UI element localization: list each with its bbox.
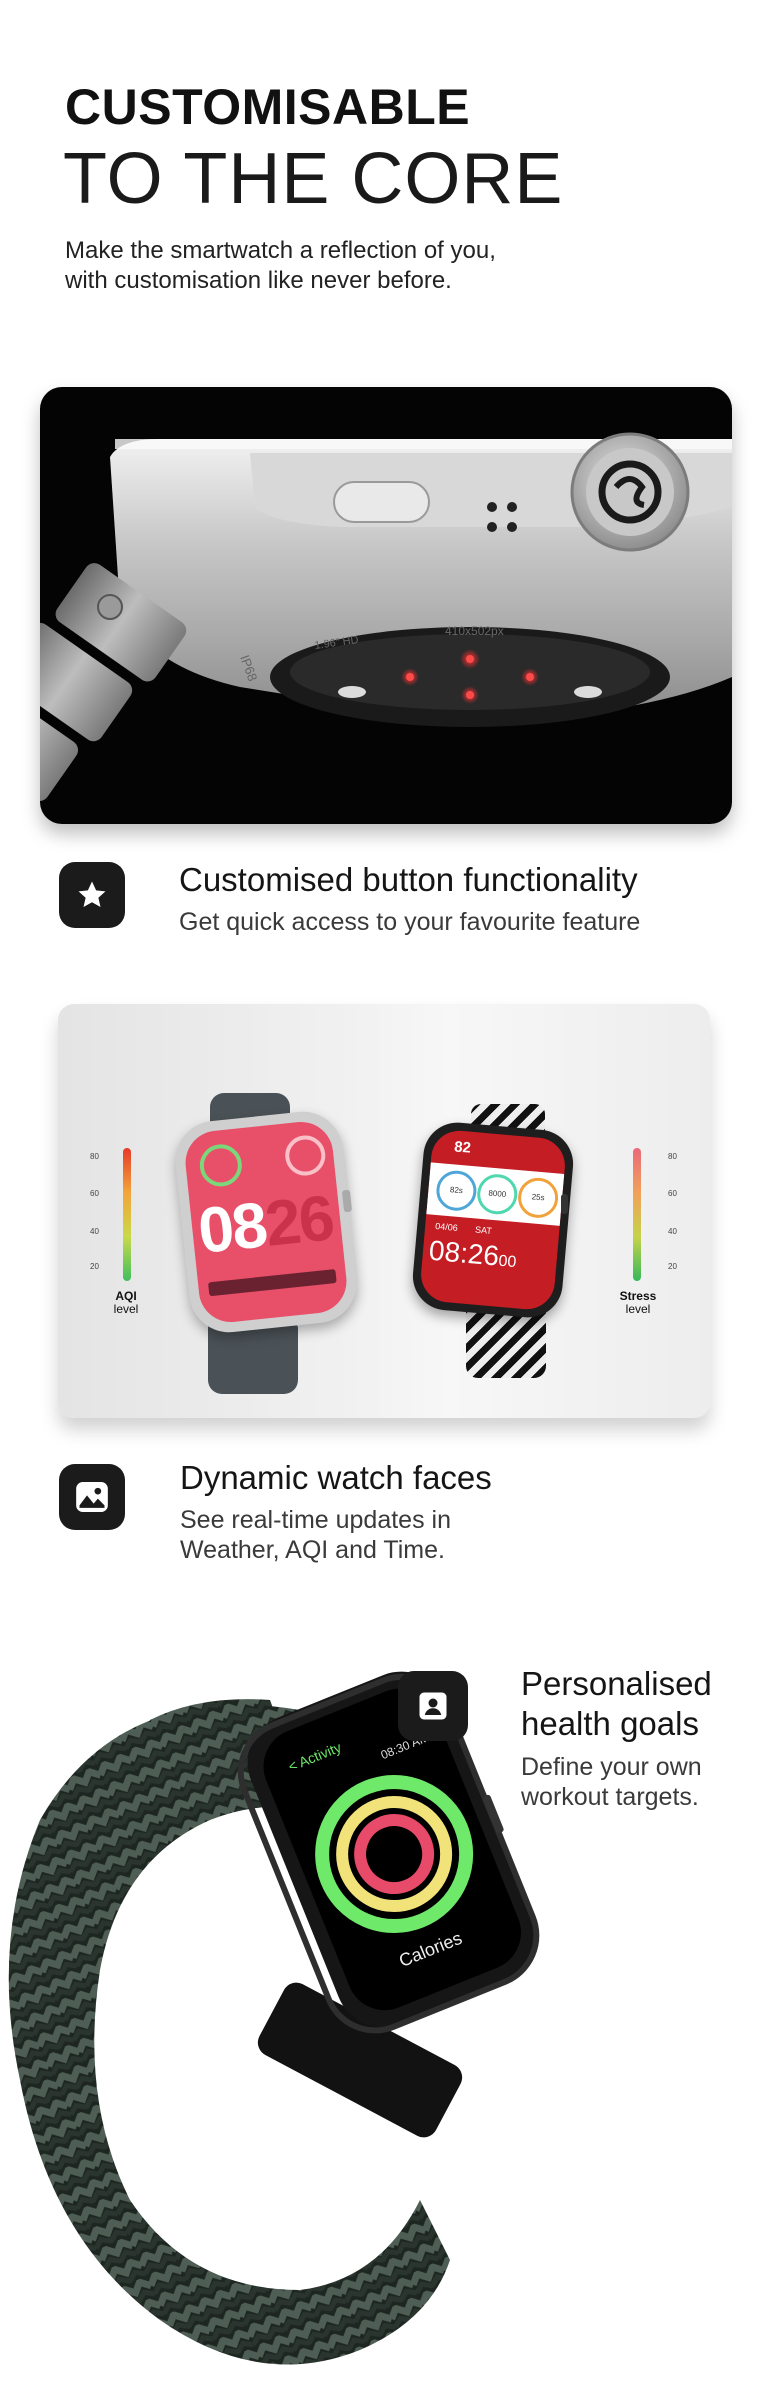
- watch-faces-image: 80 60 40 20 AQI level 80 60 40 20 Stress l…: [58, 1004, 710, 1418]
- gallery-icon: [59, 1464, 125, 1530]
- watch2-day: SAT: [474, 1224, 493, 1236]
- watch1-strap-bottom: [208, 1324, 298, 1394]
- feature-title-faces: Dynamic watch faces: [180, 1459, 492, 1496]
- aqi-scale-80: 80: [90, 1152, 99, 1161]
- watch1-case: 0826: [171, 1107, 361, 1337]
- stress-label: Stress level: [619, 1289, 657, 1316]
- user-icon: [398, 1671, 468, 1741]
- heading-line-2: TO THE CORE: [63, 139, 564, 219]
- aqi-scale-60: 60: [90, 1189, 99, 1198]
- watch2-date: 04/06: [434, 1221, 459, 1233]
- watch2-time: 08:2600: [427, 1234, 517, 1272]
- stress-scale-60: 60: [668, 1189, 677, 1198]
- stress-scale-20: 20: [668, 1262, 677, 1271]
- engraving-mid-text: 410x502px: [445, 624, 504, 638]
- intro-text: Make the smartwatch a reflection of you,…: [65, 237, 496, 294]
- feature-title-health: Personalised health goals: [521, 1665, 712, 1742]
- aqi-scale-20: 20: [90, 1262, 99, 1271]
- aqi-scale-40: 40: [90, 1227, 99, 1236]
- feature-desc-faces: See real-time updates in Weather, AQI an…: [180, 1506, 451, 1564]
- watch1-screen: 0826: [182, 1118, 350, 1326]
- watch2-dial3: 25s: [516, 1176, 560, 1220]
- watch2-screen: 82 82s 8000 25s 04/06 SAT 08:2600: [418, 1128, 568, 1312]
- watch1-crown: [341, 1189, 353, 1213]
- stress-scale-40: 40: [668, 1227, 677, 1236]
- heading-line-1: CUSTOMISABLE: [65, 79, 471, 135]
- watch2-case: 82 82s 8000 25s 04/06 SAT 08:2600: [410, 1119, 576, 1321]
- feature-desc-health: Define your own workout targets.: [521, 1753, 702, 1811]
- watch2-dial-strip: 82s 8000 25s: [426, 1162, 565, 1226]
- watch2-dial1: 82s: [434, 1169, 479, 1213]
- watch2-number: 82: [453, 1138, 472, 1157]
- watch2-crown: [561, 1194, 568, 1214]
- watch1-ring: [197, 1142, 244, 1189]
- watch2-dial2: 8000: [475, 1172, 519, 1216]
- watch1-time: 0826: [194, 1181, 336, 1267]
- aqi-label: AQI level: [113, 1289, 139, 1316]
- watch-side-illustration: 1.96" HD 410x502px IP68: [40, 432, 732, 802]
- watch1-info-strip: [207, 1269, 337, 1297]
- feature-desc-button: Get quick access to your favourite featu…: [179, 908, 641, 936]
- aqi-level-bar: [123, 1148, 131, 1281]
- star-icon: [59, 862, 125, 928]
- stress-level-bar: [633, 1148, 641, 1281]
- watch-crown-image: 1.96" HD 410x502px IP68: [40, 387, 732, 824]
- watch1-ring2: [283, 1133, 328, 1178]
- feature-title-button: Customised button functionality: [179, 861, 638, 898]
- stress-scale-80: 80: [668, 1152, 677, 1161]
